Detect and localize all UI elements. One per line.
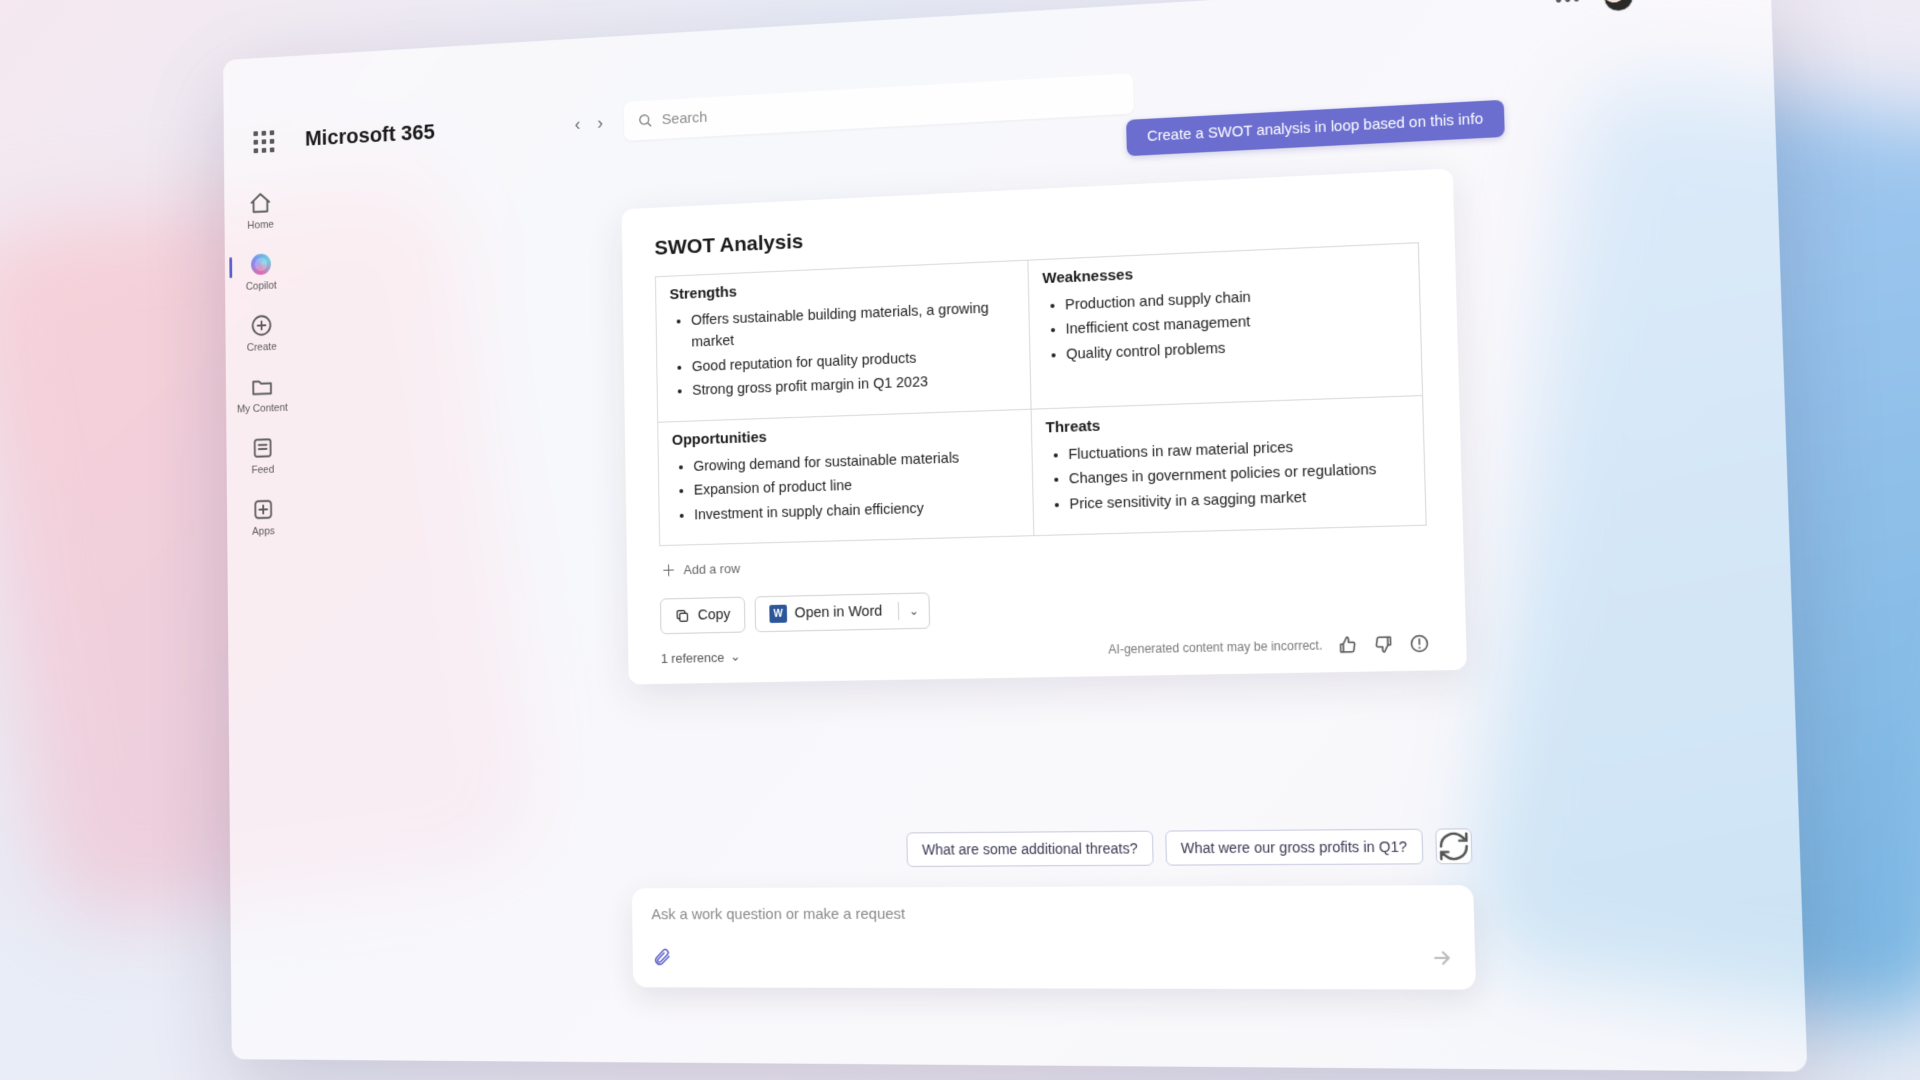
avatar[interactable] bbox=[1603, 0, 1634, 12]
swot-threats-label: Threats bbox=[1045, 407, 1408, 437]
attach-button[interactable] bbox=[652, 947, 672, 972]
assistant-reply-card: SWOT Analysis Strengths Offers sustainab… bbox=[622, 168, 1467, 684]
titlebar: ••• ─ ▢ ✕ bbox=[1529, 0, 1771, 24]
swot-threats-cell: Threats Fluctuations in raw material pri… bbox=[1031, 395, 1427, 536]
rail-create-label: Create bbox=[247, 341, 277, 354]
refresh-icon bbox=[1436, 829, 1471, 863]
app-launcher-icon[interactable] bbox=[247, 123, 280, 159]
swot-opportunities-label: Opportunities bbox=[672, 420, 1017, 449]
plus-icon: ＋ bbox=[661, 560, 676, 581]
reply-actions: Copy W Open in Word ⌄ bbox=[660, 581, 1429, 634]
add-row-label: Add a row bbox=[683, 561, 740, 577]
suggestion-chip[interactable]: What were our gross profits in Q1? bbox=[1165, 829, 1424, 866]
rail-copilot-label: Copilot bbox=[246, 280, 277, 293]
chat-input-box[interactable] bbox=[632, 885, 1476, 990]
rail-apps-label: Apps bbox=[252, 526, 275, 538]
feedback-group bbox=[1337, 633, 1430, 656]
open-in-word-button[interactable]: W Open in Word ⌄ bbox=[754, 593, 930, 633]
swot-opportunities-cell: Opportunities Growing demand for sustain… bbox=[658, 409, 1034, 546]
copilot-icon bbox=[249, 251, 273, 277]
copy-label: Copy bbox=[698, 607, 731, 624]
rail-home-label: Home bbox=[247, 219, 274, 232]
regenerate-button[interactable] bbox=[1435, 828, 1472, 864]
reply-footer: 1 reference ⌄ AI-generated content may b… bbox=[661, 633, 1431, 668]
copy-button[interactable]: Copy bbox=[660, 597, 745, 635]
references-toggle[interactable]: 1 reference ⌄ bbox=[661, 649, 741, 666]
send-icon bbox=[1430, 946, 1454, 969]
suggestion-row: What are some additional threats? What w… bbox=[631, 828, 1473, 868]
copy-icon bbox=[675, 608, 691, 624]
app-window: ••• ─ ▢ ✕ Microsoft 365 ‹ › bbox=[223, 0, 1807, 1072]
thumbs-up-icon[interactable] bbox=[1337, 635, 1359, 656]
home-icon bbox=[249, 190, 273, 216]
word-icon: W bbox=[769, 605, 787, 623]
nav-back-icon[interactable]: ‹ bbox=[575, 114, 581, 135]
disclaimer-label: AI-generated content may be incorrect. bbox=[1108, 638, 1323, 656]
rail-mycontent-label: My Content bbox=[237, 402, 288, 415]
rail-home[interactable]: Home bbox=[247, 190, 274, 231]
report-icon[interactable] bbox=[1409, 633, 1431, 654]
more-icon[interactable]: ••• bbox=[1555, 0, 1582, 12]
rail-copilot[interactable]: Copilot bbox=[245, 251, 276, 293]
chevron-down-icon[interactable]: ⌄ bbox=[898, 602, 929, 621]
nav-forward-icon[interactable]: › bbox=[597, 112, 603, 133]
rail-feed-label: Feed bbox=[251, 464, 274, 476]
feed-icon bbox=[251, 435, 275, 461]
folder-icon bbox=[250, 374, 274, 400]
rail-create[interactable]: Create bbox=[247, 312, 277, 353]
apps-icon bbox=[251, 497, 275, 523]
chevron-down-icon: ⌄ bbox=[730, 649, 741, 665]
rail-feed[interactable]: Feed bbox=[251, 435, 275, 476]
send-button[interactable] bbox=[1430, 946, 1454, 974]
minimize-icon[interactable]: ─ bbox=[1655, 0, 1671, 2]
header: Microsoft 365 ‹ › bbox=[242, 28, 1753, 171]
search-box[interactable] bbox=[624, 73, 1134, 141]
brand-label: Microsoft 365 bbox=[305, 119, 435, 151]
side-rail: Home Copilot Create My Content Feed Apps bbox=[224, 189, 300, 538]
rail-mycontent[interactable]: My Content bbox=[237, 373, 288, 415]
chat-input[interactable] bbox=[651, 904, 1452, 923]
paperclip-icon bbox=[652, 947, 672, 967]
search-input[interactable] bbox=[662, 86, 1120, 128]
suggestion-chip[interactable]: What are some additional threats? bbox=[907, 831, 1154, 867]
swot-strengths-cell: Strengths Offers sustainable building ma… bbox=[655, 260, 1030, 422]
swot-table: Strengths Offers sustainable building ma… bbox=[655, 242, 1427, 546]
thumbs-down-icon[interactable] bbox=[1373, 634, 1395, 655]
create-icon bbox=[250, 313, 274, 339]
add-row-button[interactable]: ＋ Add a row bbox=[659, 536, 1428, 585]
references-label: 1 reference bbox=[661, 650, 725, 666]
open-in-word-label: Open in Word bbox=[795, 604, 883, 622]
swot-weaknesses-cell: Weaknesses Production and supply chain I… bbox=[1027, 243, 1422, 409]
search-icon bbox=[637, 112, 652, 128]
rail-apps[interactable]: Apps bbox=[251, 497, 275, 538]
nav-arrows: ‹ › bbox=[575, 112, 604, 134]
